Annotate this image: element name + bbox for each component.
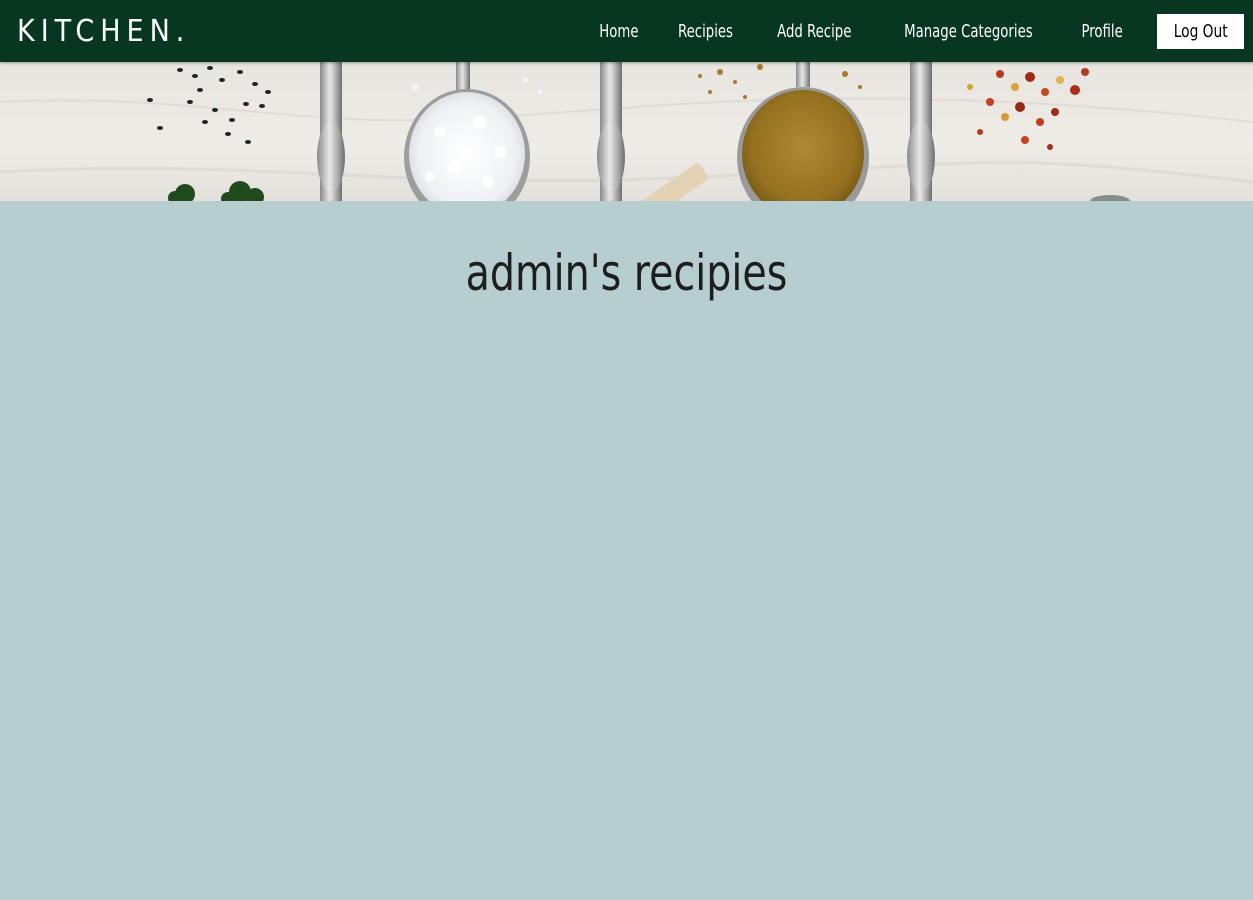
- nav-link-profile[interactable]: Profile: [1081, 21, 1122, 42]
- hero-banner-image: [0, 62, 1253, 201]
- nav-link-manage-categories[interactable]: Manage Categories: [904, 21, 1033, 42]
- spices-on-spoons-illustration: [0, 62, 1253, 201]
- nav-links: Home Recipies Add Recipe Manage Categori…: [565, 13, 1244, 49]
- brand-logo[interactable]: KITCHEN.: [17, 14, 190, 49]
- logout-button[interactable]: Log Out: [1157, 13, 1244, 49]
- nav-link-recipies[interactable]: Recipies: [678, 21, 733, 42]
- navbar: KITCHEN. Home Recipies Add Recipe Manage…: [0, 0, 1253, 62]
- page-title: admin's recipies: [465, 244, 788, 302]
- logout-button-label: Log Out: [1173, 20, 1228, 42]
- nav-link-home[interactable]: Home: [599, 21, 638, 42]
- nav-link-add-recipe[interactable]: Add Recipe: [778, 21, 852, 42]
